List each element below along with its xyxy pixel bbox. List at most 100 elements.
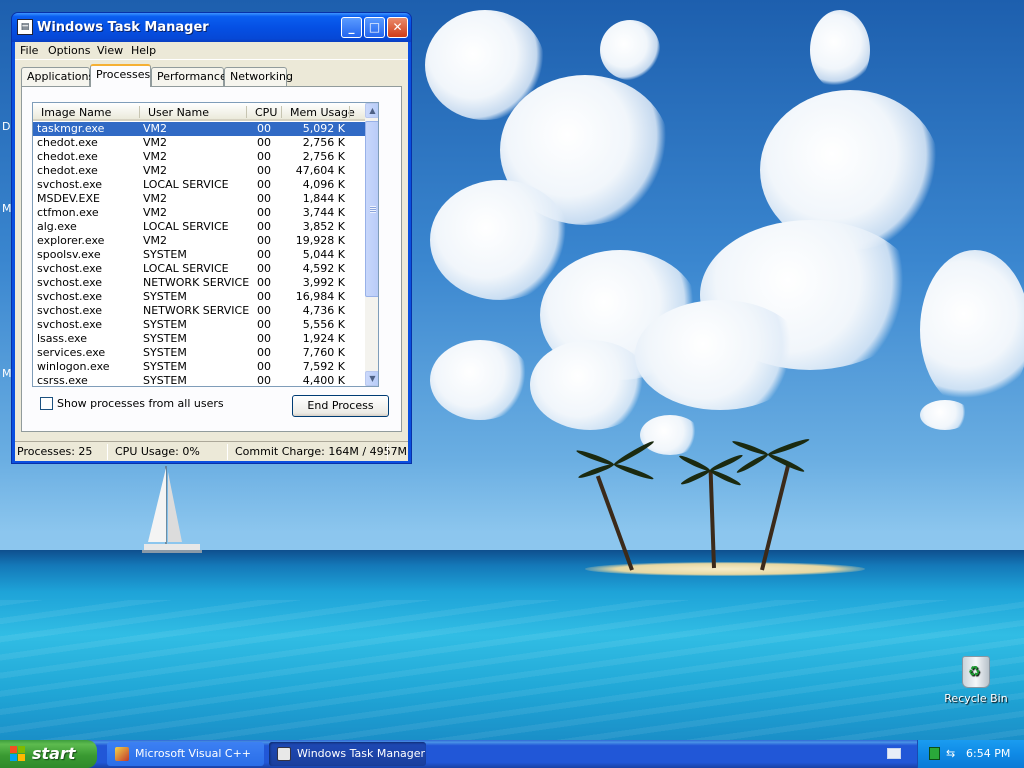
status-commit-charge: Commit Charge: 164M / 4957M — [235, 445, 408, 458]
process-row[interactable]: ctfmon.exe VM2 00 3,744 K — [33, 206, 365, 220]
maximize-button[interactable]: □ — [364, 17, 385, 38]
column-cpu[interactable]: CPU — [255, 106, 277, 119]
recycle-bin-icon: ♻ — [962, 656, 990, 688]
process-list-header: Image Name User Name CPU Mem Usage — [33, 103, 365, 121]
process-cpu: 00 — [257, 122, 271, 135]
process-mem: 4,592 K — [302, 262, 345, 275]
process-cpu: 00 — [257, 346, 271, 359]
tray-app-icon[interactable] — [929, 747, 940, 760]
process-row[interactable]: svchost.exe LOCAL SERVICE 00 4,096 K — [33, 178, 365, 192]
scroll-up-arrow-icon[interactable]: ▲ — [365, 103, 378, 118]
process-user: NETWORK SERVICE — [143, 276, 250, 289]
process-name: ctfmon.exe — [37, 206, 99, 219]
tab-networking[interactable]: Networking — [224, 67, 293, 86]
scroll-down-arrow-icon[interactable]: ▼ — [365, 371, 378, 386]
process-name: alg.exe — [37, 220, 77, 233]
process-row[interactable]: taskmgr.exe VM2 00 5,092 K — [33, 122, 365, 136]
process-name: chedot.exe — [37, 136, 98, 149]
process-user: SYSTEM — [143, 332, 187, 345]
menu-help[interactable]: Help — [131, 44, 156, 57]
process-cpu: 00 — [257, 262, 271, 275]
process-user: SYSTEM — [143, 360, 187, 373]
column-image-name[interactable]: Image Name — [41, 106, 111, 119]
minimize-button[interactable]: _ — [341, 17, 362, 38]
process-row[interactable]: explorer.exe VM2 00 19,928 K — [33, 234, 365, 248]
process-user: LOCAL SERVICE — [143, 178, 229, 191]
process-user: VM2 — [143, 234, 168, 247]
process-row[interactable]: services.exe SYSTEM 00 7,760 K — [33, 346, 365, 360]
show-all-users-label[interactable]: Show processes from all users — [57, 397, 224, 410]
process-row[interactable]: svchost.exe SYSTEM 00 5,556 K — [33, 318, 365, 332]
window-body: File Options View Help Applications Proc… — [15, 42, 408, 461]
process-mem: 3,744 K — [302, 206, 345, 219]
taskbar: start Microsoft Visual C++ Windows Task … — [0, 740, 1024, 768]
process-row[interactable]: alg.exe LOCAL SERVICE 00 3,852 K — [33, 220, 365, 234]
start-label: start — [32, 744, 76, 763]
process-name: explorer.exe — [37, 234, 105, 247]
process-row[interactable]: spoolsv.exe SYSTEM 00 5,044 K — [33, 248, 365, 262]
process-cpu: 00 — [257, 178, 271, 191]
process-list[interactable]: Image Name User Name CPU Mem Usage taskm… — [32, 102, 379, 387]
end-process-button[interactable]: End Process — [292, 395, 389, 417]
title-bar[interactable]: ▤ Windows Task Manager _ □ ✕ — [12, 13, 411, 42]
process-name: svchost.exe — [37, 276, 103, 289]
task-manager-icon — [277, 747, 291, 761]
column-user-name[interactable]: User Name — [148, 106, 209, 119]
tab-applications[interactable]: Applications — [21, 67, 94, 86]
taskbar-item-task-manager[interactable]: Windows Task Manager — [269, 742, 426, 766]
tab-performance[interactable]: Performance — [151, 67, 227, 86]
process-user: VM2 — [143, 150, 168, 163]
status-bar: Processes: 25 CPU Usage: 0% Commit Charg… — [15, 441, 408, 461]
scrollbar-thumb[interactable] — [365, 121, 378, 297]
process-row[interactable]: svchost.exe NETWORK SERVICE 00 4,736 K — [33, 304, 365, 318]
process-mem: 47,604 K — [295, 164, 345, 177]
process-row[interactable]: lsass.exe SYSTEM 00 1,924 K — [33, 332, 365, 346]
keyboard-icon[interactable] — [887, 748, 901, 759]
clock[interactable]: 6:54 PM — [966, 740, 1010, 768]
process-cpu: 00 — [257, 276, 271, 289]
process-row[interactable]: chedot.exe VM2 00 2,756 K — [33, 150, 365, 164]
recycle-bin[interactable]: ♻ Recycle Bin — [940, 656, 1012, 705]
process-mem: 4,096 K — [302, 178, 345, 191]
process-row[interactable]: chedot.exe VM2 00 2,756 K — [33, 136, 365, 150]
tab-processes[interactable]: Processes — [90, 64, 151, 87]
process-name: svchost.exe — [37, 304, 103, 317]
process-row[interactable]: svchost.exe NETWORK SERVICE 00 3,992 K — [33, 276, 365, 290]
process-cpu: 00 — [257, 304, 271, 317]
process-mem: 7,592 K — [302, 360, 345, 373]
process-name: spoolsv.exe — [37, 248, 101, 261]
process-user: SYSTEM — [143, 346, 187, 359]
process-row[interactable]: svchost.exe LOCAL SERVICE 00 4,592 K — [33, 262, 365, 276]
process-cpu: 00 — [257, 150, 271, 163]
process-user: SYSTEM — [143, 248, 187, 261]
column-mem-usage[interactable]: Mem Usage — [290, 106, 355, 119]
process-row[interactable]: MSDEV.EXE VM2 00 1,844 K — [33, 192, 365, 206]
show-all-users-checkbox[interactable] — [40, 397, 53, 410]
process-row[interactable]: csrss.exe SYSTEM 00 4,400 K — [33, 374, 365, 387]
process-cpu: 00 — [257, 206, 271, 219]
process-cpu: 00 — [257, 290, 271, 303]
process-cpu: 00 — [257, 164, 271, 177]
process-user: SYSTEM — [143, 290, 187, 303]
process-rows: taskmgr.exe VM2 00 5,092 K chedot.exe VM2 00 2,… — [33, 122, 365, 387]
close-button[interactable]: ✕ — [387, 17, 408, 38]
taskbar-item-visual-cpp[interactable]: Microsoft Visual C++ — [107, 742, 264, 766]
process-row[interactable]: chedot.exe VM2 00 47,604 K — [33, 164, 365, 178]
menu-file[interactable]: File — [20, 44, 38, 57]
start-button[interactable]: start — [0, 740, 97, 768]
process-name: taskmgr.exe — [37, 122, 105, 135]
menu-options[interactable]: Options — [48, 44, 90, 57]
menu-bar: File Options View Help — [15, 42, 408, 60]
process-cpu: 00 — [257, 374, 271, 387]
process-row[interactable]: svchost.exe SYSTEM 00 16,984 K — [33, 290, 365, 304]
recycle-bin-label: Recycle Bin — [944, 692, 1008, 705]
process-mem: 5,044 K — [302, 248, 345, 261]
network-icon[interactable]: ⇆ — [946, 747, 959, 760]
vertical-scrollbar[interactable]: ▲ ▼ — [365, 103, 378, 386]
process-mem: 19,928 K — [295, 234, 345, 247]
process-name: svchost.exe — [37, 178, 103, 191]
process-user: VM2 — [143, 136, 168, 149]
process-user: SYSTEM — [143, 318, 187, 331]
process-row[interactable]: winlogon.exe SYSTEM 00 7,592 K — [33, 360, 365, 374]
menu-view[interactable]: View — [97, 44, 123, 57]
